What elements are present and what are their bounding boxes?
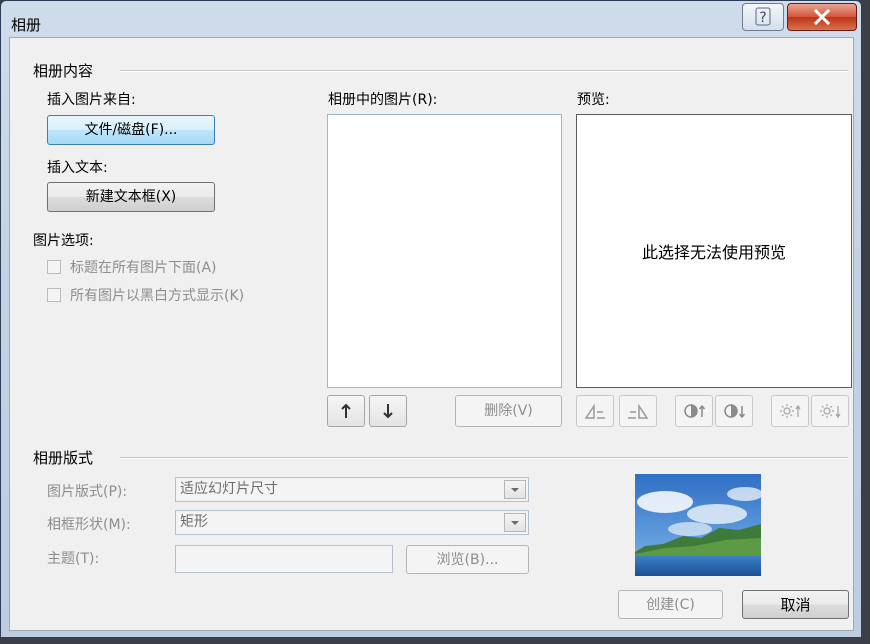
theme-label: 主题(T):: [47, 551, 100, 567]
new-textbox-button[interactable]: 新建文本框(X): [47, 182, 215, 212]
close-button[interactable]: [787, 3, 857, 31]
close-icon: [813, 8, 831, 26]
title-bar[interactable]: 相册 ?: [1, 1, 861, 37]
rotate-right-icon: [628, 403, 649, 419]
layout-group-label: 相册版式: [33, 447, 98, 468]
frame-shape-select[interactable]: 矩形: [175, 510, 529, 535]
arrow-down-icon: [383, 404, 393, 419]
black-white-checkbox[interactable]: [47, 288, 61, 302]
contrast-up-button[interactable]: [675, 395, 713, 427]
browse-button[interactable]: 浏览(B)...: [406, 545, 529, 574]
theme-input[interactable]: [175, 545, 393, 573]
insert-text-label: 插入文本:: [47, 160, 108, 176]
contrast-down-button[interactable]: [715, 395, 753, 427]
picture-layout-select[interactable]: 适应幻灯片尺寸: [175, 477, 529, 502]
picture-layout-dropdown[interactable]: [504, 480, 526, 499]
preview-label: 预览:: [577, 92, 610, 108]
insert-picture-label: 插入图片来自:: [47, 92, 136, 108]
move-up-button[interactable]: [327, 395, 365, 427]
file-disk-button[interactable]: 文件/磁盘(F)...: [47, 115, 215, 145]
rotate-left-button[interactable]: [576, 395, 614, 427]
pictures-in-album-list[interactable]: [327, 114, 562, 388]
frame-shape-value: 矩形: [180, 514, 208, 530]
frame-shape-dropdown[interactable]: [504, 513, 526, 532]
rotate-left-icon: [584, 403, 605, 419]
frame-shape-label: 相框形状(M):: [47, 517, 131, 533]
remove-button[interactable]: 删除(V): [455, 395, 562, 427]
contrast-up-icon: [684, 404, 706, 418]
brightness-down-icon: [820, 404, 841, 419]
window-title: 相册: [11, 16, 42, 34]
preview-pane: 此选择无法使用预览: [576, 114, 852, 388]
layout-group-divider: [120, 457, 848, 459]
chevron-down-icon: [511, 488, 519, 492]
help-button[interactable]: ?: [742, 3, 784, 31]
cancel-button[interactable]: 取消: [742, 590, 849, 619]
brightness-up-icon: [780, 404, 801, 418]
brightness-down-button[interactable]: [811, 395, 849, 427]
dialog-body: 相册内容 插入图片来自: 文件/磁盘(F)... 插入文本: 新建文本框(X) …: [9, 37, 854, 631]
contrast-down-icon: [724, 404, 746, 419]
layout-thumbnail-image: [635, 474, 761, 576]
create-button[interactable]: 创建(C): [618, 590, 723, 619]
brightness-up-button[interactable]: [771, 395, 809, 427]
content-group-label: 相册内容: [33, 60, 98, 81]
picture-layout-label: 图片版式(P):: [47, 484, 128, 500]
move-down-button[interactable]: [369, 395, 407, 427]
captions-below-checkbox[interactable]: [47, 260, 61, 274]
picture-options-label: 图片选项:: [33, 233, 94, 249]
black-white-label: 所有图片以黑白方式显示(K): [70, 288, 245, 304]
svg-text:?: ?: [759, 10, 766, 26]
captions-below-label: 标题在所有图片下面(A): [70, 260, 217, 276]
pictures-in-album-label: 相册中的图片(R):: [328, 92, 438, 108]
preview-unavailable-text: 此选择无法使用预览: [641, 243, 786, 262]
arrow-up-icon: [341, 403, 351, 418]
content-group-divider: [120, 70, 848, 72]
picture-layout-value: 适应幻灯片尺寸: [180, 481, 278, 497]
album-dialog: 相册 ? 相册内容 插入图片来自: 文件/磁盘(F)... 插入文本: 新建文本…: [0, 0, 862, 638]
rotate-right-button[interactable]: [619, 395, 657, 427]
question-icon: ?: [755, 7, 771, 26]
chevron-down-icon: [511, 521, 519, 525]
